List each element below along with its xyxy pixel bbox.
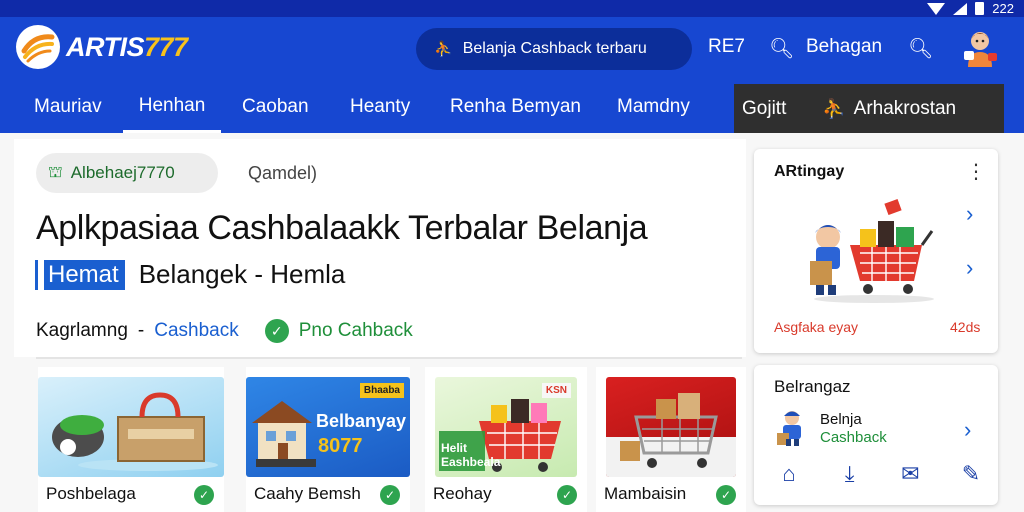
hero-panel: ⛫ Albehaej7770 Qamdel) Aplkpasiaa Cashba… bbox=[14, 139, 746, 357]
nav-dark-right[interactable]: ⛹ Arhakrostan bbox=[822, 97, 956, 121]
product-art-number: 8077 bbox=[318, 435, 363, 457]
nav-dark-right-label: Arhakrostan bbox=[853, 98, 957, 119]
house-image: Bhaaba Belbanyay 8077 bbox=[246, 377, 410, 477]
mini-card-actions: ⌂ ⤓ ✉ ✎ bbox=[774, 461, 986, 487]
chevron-right-icon[interactable]: › bbox=[964, 417, 971, 443]
person-icon: ⛹ bbox=[434, 41, 453, 58]
region-code[interactable]: RE7 bbox=[708, 36, 745, 58]
promo-cashback-link[interactable]: Pno Cahback bbox=[299, 320, 413, 342]
mini-card-title: Belrangaz bbox=[774, 377, 851, 396]
product-tag: KSN bbox=[541, 383, 571, 398]
mini-card-name: Belnja bbox=[820, 411, 862, 428]
cashback-mini-card: Belrangaz Belnja Cashback › ⌂ ⤓ ✉ ✎ bbox=[754, 365, 998, 505]
person-icon: ⛹ bbox=[822, 99, 846, 120]
cashback-link[interactable]: Cashback bbox=[154, 320, 239, 342]
featured-card-title: ARtingay bbox=[774, 163, 845, 180]
product-card[interactable]: Poshbelaga ✓ bbox=[38, 367, 224, 512]
page-title: Aplkpasiaa Cashbalaakk Terbalar Belanja bbox=[36, 209, 648, 247]
hemat-badge: Hemat bbox=[38, 259, 125, 290]
download-icon[interactable]: ⤓ bbox=[835, 461, 865, 487]
nav-item-0[interactable]: Mauriav bbox=[34, 81, 102, 133]
product-card[interactable]: KSN Helit Eashbeala Reohay ✓ bbox=[425, 367, 587, 512]
search-icon[interactable]: 🔍︎ bbox=[769, 36, 794, 61]
featured-card[interactable]: ARtingay ⋮ › › Asgfaka eyay 42ds bbox=[754, 149, 998, 353]
main-content: ⛫ Albehaej7770 Qamdel) Aplkpasiaa Cashba… bbox=[0, 133, 1024, 512]
search-pill[interactable]: ⛹ Belanja Cashback terbaru bbox=[416, 28, 692, 70]
user-avatar-icon[interactable] bbox=[960, 27, 1000, 69]
cart-image: KSN Helit Eashbeala bbox=[435, 377, 577, 477]
battery-icon bbox=[975, 2, 985, 15]
product-art-title: Belbanyay bbox=[316, 411, 407, 431]
status-time: 222 bbox=[992, 1, 1014, 16]
chip-label: Albehaej7770 bbox=[70, 163, 175, 182]
divider bbox=[36, 357, 742, 359]
store-icon: ⛫ bbox=[48, 164, 63, 181]
red-cart-image bbox=[606, 377, 736, 477]
product-label: Caahy Bemsh bbox=[254, 484, 361, 503]
info-row: Kagrlamng - Cashback ✓ Pno Cahback bbox=[36, 319, 413, 343]
nav-item-3[interactable]: Heanty bbox=[350, 81, 410, 133]
gift-box-image bbox=[38, 377, 224, 477]
logo-text: ARTIS777 bbox=[66, 32, 188, 63]
badge-row: Hemat Belangek - Hemla bbox=[38, 259, 345, 290]
product-label: Poshbelaga bbox=[46, 484, 136, 503]
home-icon[interactable]: ⌂ bbox=[774, 461, 804, 487]
check-icon: ✓ bbox=[380, 485, 400, 505]
status-bar: 222 bbox=[0, 0, 1024, 17]
app-header: ARTIS777 ⛹ Belanja Cashback terbaru RE7 … bbox=[0, 17, 1024, 81]
featured-card-footer-left: Asgfaka eyay bbox=[774, 319, 859, 335]
mini-card-sub: Cashback bbox=[820, 429, 887, 446]
featured-card-footer-right: 42ds bbox=[950, 319, 981, 335]
check-icon: ✓ bbox=[716, 485, 736, 505]
nav-dark-panel: Gojitt ⛹ Arhakrostan bbox=[734, 84, 1004, 134]
info-key: Kagrlamng bbox=[36, 320, 128, 341]
search-icon-secondary[interactable]: 🔍︎ bbox=[908, 36, 933, 61]
shopping-cart-illustration bbox=[802, 187, 982, 305]
nav-item-2[interactable]: Caoban bbox=[242, 81, 309, 133]
check-icon: ✓ bbox=[557, 485, 577, 505]
product-card[interactable]: Bhaaba Belbanyay 8077 Caahy Bemsh ✓ bbox=[246, 367, 410, 512]
app-logo[interactable]: ARTIS777 bbox=[16, 25, 188, 69]
logo-swirl-icon bbox=[16, 25, 60, 69]
category-nav: Mauriav Henhan Caoban Heanty Renha Bemya… bbox=[0, 81, 1024, 134]
nav-item-1[interactable]: Henhan bbox=[123, 81, 221, 133]
search-link[interactable]: Qamdel) bbox=[248, 163, 317, 184]
more-vert-icon[interactable]: ⋮ bbox=[966, 159, 986, 184]
logo-number: 777 bbox=[144, 31, 188, 62]
product-label: Mambaisin bbox=[604, 484, 687, 503]
check-icon: ✓ bbox=[264, 319, 289, 343]
edit-icon[interactable]: ✎ bbox=[956, 461, 986, 487]
courier-icon bbox=[774, 407, 814, 447]
belanja-link[interactable]: Behagan bbox=[806, 36, 882, 58]
product-card[interactable]: Mambaisin ✓ bbox=[596, 367, 746, 512]
search-pill-text: Belanja Cashback terbaru bbox=[462, 40, 647, 57]
mail-icon[interactable]: ✉ bbox=[895, 461, 925, 487]
signal-icon bbox=[953, 2, 968, 15]
promo-chip[interactable]: ⛫ Albehaej7770 bbox=[36, 153, 218, 193]
check-icon: ✓ bbox=[194, 485, 214, 505]
logo-word: ARTIS bbox=[66, 31, 145, 62]
nav-item-4[interactable]: Renha Bemyan bbox=[450, 81, 581, 133]
info-dash: - bbox=[137, 320, 145, 341]
product-label: Reohay bbox=[433, 484, 492, 503]
badge-subtitle: Belangek - Hemla bbox=[138, 259, 346, 289]
wifi-icon bbox=[927, 2, 946, 15]
product-tag: Bhaaba bbox=[359, 383, 404, 398]
nav-dark-left[interactable]: Gojitt bbox=[742, 98, 786, 120]
product-art-title: Helit Eashbeala bbox=[441, 441, 501, 469]
nav-item-5[interactable]: Mamdny bbox=[617, 81, 690, 133]
